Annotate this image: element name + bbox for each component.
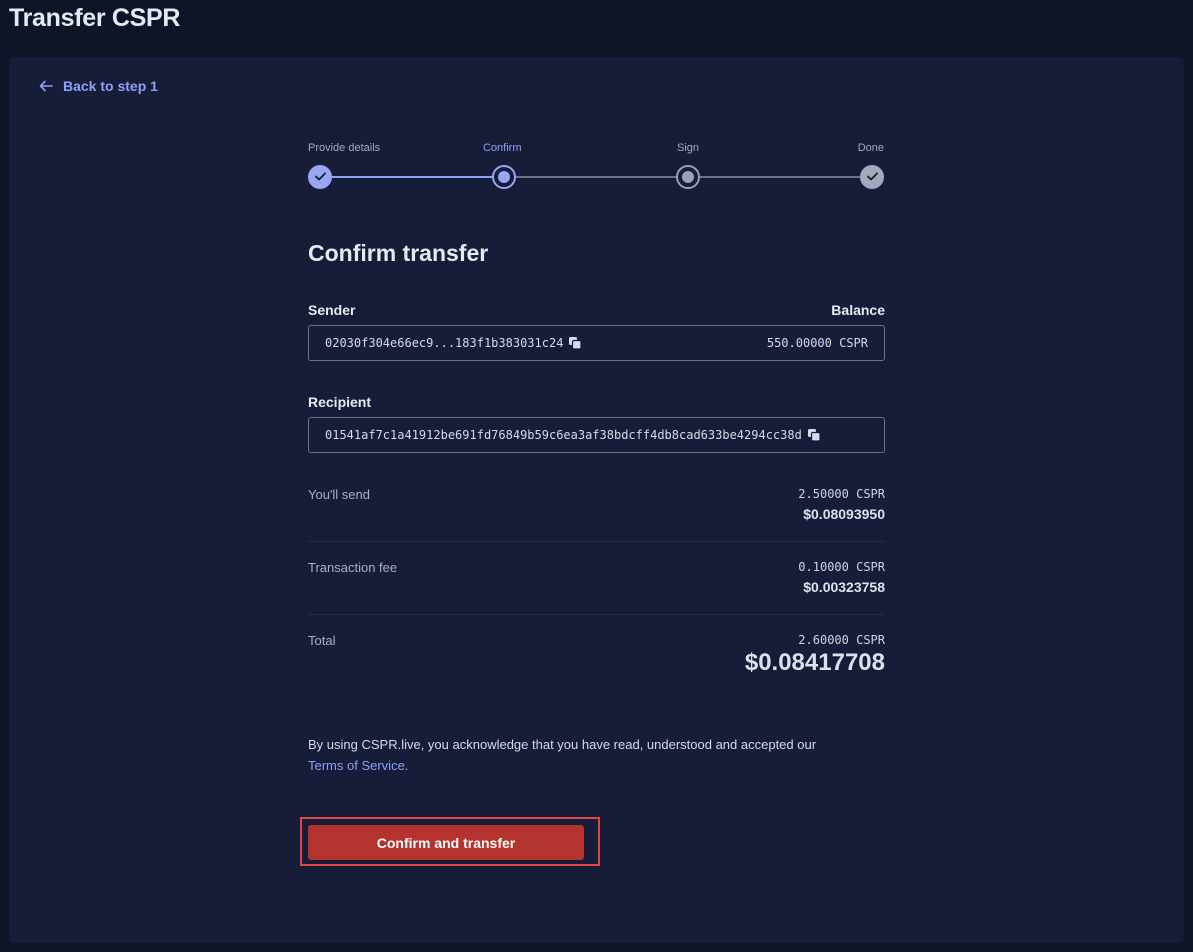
sender-field: 02030f304e66ec9...183f1b383031c24 550.00…: [308, 325, 885, 361]
total-row: Total 2.60000 CSPR $0.08417708: [308, 633, 885, 693]
terms-of-service-link[interactable]: Terms of Service.: [308, 758, 408, 773]
confirm-heading: Confirm transfer: [308, 240, 489, 266]
send-label: You'll send: [308, 487, 370, 502]
step-dot-provide-details: [308, 165, 332, 189]
step-dot-done: [860, 165, 884, 189]
recipient-address: 01541af7c1a41912be691fd76849b59c6ea3af38…: [325, 428, 802, 442]
progress-stepper: Provide details Confirm Sign Done: [308, 142, 885, 192]
checkmark-icon: [314, 168, 326, 186]
back-to-step-link[interactable]: Back to step 1: [39, 78, 158, 94]
step-connector-1: [320, 176, 504, 178]
recipient-label: Recipient: [308, 394, 372, 410]
confirm-content: Provide details Confirm Sign Done Confir…: [300, 57, 885, 943]
balance-label: Balance: [831, 302, 885, 318]
arrow-left-icon: [39, 80, 53, 92]
fee-row: Transaction fee 0.10000 CSPR $0.00323758: [308, 560, 885, 615]
confirm-and-transfer-button[interactable]: Confirm and transfer: [308, 825, 584, 860]
recipient-field: 01541af7c1a41912be691fd76849b59c6ea3af38…: [308, 417, 885, 453]
transfer-panel: Back to step 1 Provide details Confirm S…: [9, 57, 1184, 943]
balance-value: 550.00000 CSPR: [766, 336, 868, 350]
page-title: Transfer CSPR: [9, 4, 181, 32]
sender-label: Sender: [308, 302, 356, 318]
copy-icon[interactable]: [807, 428, 821, 442]
checkmark-icon: [866, 168, 878, 186]
step-dot-sign: [676, 165, 700, 189]
step-connector-2: [516, 176, 688, 178]
step-label-done: Done: [857, 142, 884, 154]
total-usd: $0.08417708: [744, 649, 885, 676]
terms-notice: By using CSPR.live, you acknowledge that…: [308, 734, 885, 776]
back-link-label: Back to step 1: [63, 78, 158, 94]
fee-label: Transaction fee: [308, 560, 398, 575]
step-connector-3: [700, 176, 872, 178]
total-label: Total: [308, 633, 336, 648]
send-cspr: 2.50000 CSPR: [798, 487, 885, 501]
step-dot-confirm: [492, 165, 516, 189]
send-row: You'll send 2.50000 CSPR $0.08093950: [308, 487, 885, 542]
step-label-provide-details: Provide details: [308, 142, 381, 154]
sender-address: 02030f304e66ec9...183f1b383031c24: [325, 336, 564, 350]
terms-text: By using CSPR.live, you acknowledge that…: [308, 737, 817, 752]
fee-usd: $0.00323758: [803, 579, 885, 595]
copy-icon[interactable]: [568, 336, 583, 350]
total-cspr: 2.60000 CSPR: [798, 633, 885, 647]
send-usd: $0.08093950: [803, 506, 885, 522]
step-label-confirm: Confirm: [483, 142, 522, 154]
fee-cspr: 0.10000 CSPR: [798, 560, 885, 574]
step-label-sign: Sign: [677, 142, 700, 154]
